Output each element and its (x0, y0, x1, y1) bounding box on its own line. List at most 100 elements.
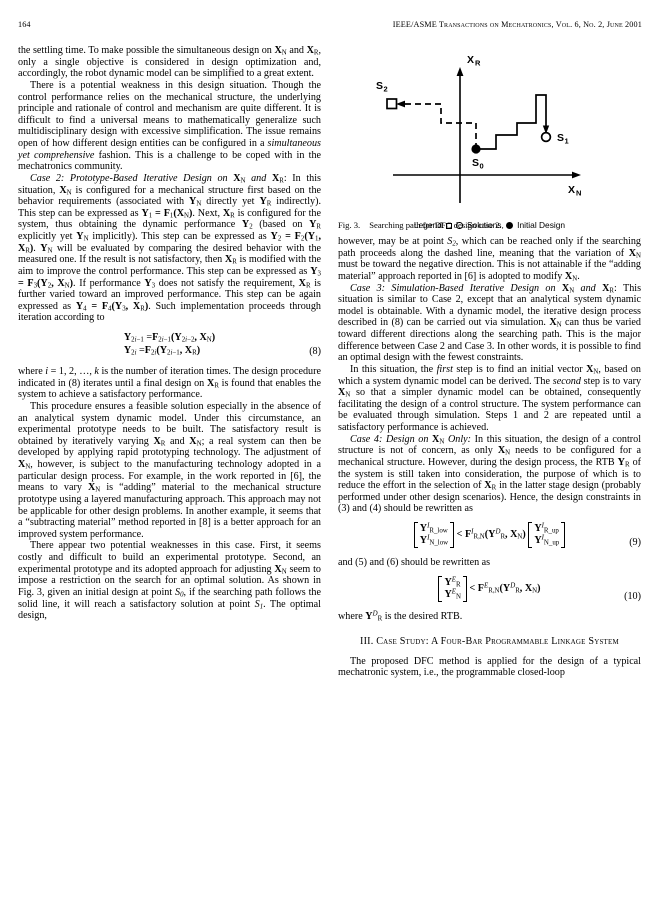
paragraph-however-s2: however, may be at point S2, which can b… (338, 236, 641, 283)
math-yr-desired: YDR (365, 610, 383, 623)
math-xr: XR (207, 377, 219, 390)
math-xr: XR (224, 254, 237, 266)
math-yn: YN (76, 231, 89, 243)
paragraph-settling-time: the settling time. To make possible the … (18, 45, 321, 80)
svg-text:2: 2 (384, 85, 388, 94)
paragraph-where-desired-rtb: where YDR is the desired RTB. (338, 610, 641, 623)
text-run: step is to find an initial vector (452, 363, 587, 375)
math-y3: Y3 (144, 277, 156, 290)
paragraph-procedure: This procedure ensures a feasible soluti… (18, 401, 321, 541)
legend-initial-label: Initial Design (517, 220, 566, 230)
figure-legend: Legend: Solutions, Initial Design (338, 220, 641, 230)
legend-prefix: Legend: (413, 220, 445, 230)
paragraph-case3: Case 3: Simulation-Based Iterative Desig… (338, 282, 642, 364)
text-run: where (338, 610, 366, 622)
math-yr: YR (617, 456, 630, 469)
paragraph-case4: Case 4: Design on XN Only: In this situa… (338, 434, 641, 515)
paragraph-dfc-applied: The proposed DFC method is applied for t… (338, 655, 641, 679)
text-run: explicitly yet (18, 231, 77, 242)
text-run: and (165, 435, 190, 447)
equation-9: YIR_low YIN_low < FIR,N(YDR, XN) YIR_up YI… (338, 522, 641, 548)
text-run: however, may be at point (338, 236, 448, 247)
text-run: . (577, 270, 580, 282)
svg-text:X: X (467, 54, 474, 66)
math-s1: S1 (254, 598, 264, 611)
equation-8-number: (8) (309, 346, 321, 357)
running-head: 164 IEEE/ASME Transactions on Mechatroni… (18, 20, 642, 34)
svg-text:0: 0 (480, 162, 484, 171)
equation-8-lines: Y2i−1 =F2i−1(Y2i−2, XN) Y2i =F2i(Y2i−1, … (124, 331, 215, 357)
math-xn: XN (189, 435, 202, 448)
equation-9-number: (9) (629, 537, 641, 548)
equation-9-lines: YIR_low YIN_low < FIR,N(YDR, XN) YIR_up YI… (413, 522, 566, 548)
text-run: . If performance (73, 277, 145, 289)
case4-heading-suffix: Only: (447, 433, 472, 445)
text-run: implicitly). This step can be expressed … (88, 231, 271, 242)
paragraph-case2: Case 2: Prototype-Based Iterative Design… (18, 172, 322, 324)
left-column: the settling time. To make possible the … (18, 45, 321, 679)
text-run: and (286, 45, 307, 56)
equation-10-lines: YER YEN < FER,N(YDR, XN) (438, 575, 541, 602)
paragraph-potential-weakness: There is a potential weakness in this de… (18, 80, 321, 173)
text-run: directly yet (201, 196, 260, 208)
math-xn: XN (274, 563, 287, 576)
math-s2: S2 (447, 236, 456, 248)
svg-text:1: 1 (565, 137, 569, 146)
section-heading-case-study: III. Case Study: A Four-Bar Programmable… (360, 636, 619, 648)
math-yn: YN (189, 196, 202, 208)
text-run: does not satisfy the requirement, (155, 277, 299, 289)
math-xr: XR (153, 435, 166, 448)
paragraph-between-equations: and (5) and (6) should be rewritten as (338, 557, 491, 568)
math-xn: XN (628, 247, 641, 260)
math-xr: XR (306, 45, 319, 57)
math-eq-y4: Y4 = F4(Y3, XR) (75, 300, 149, 313)
paragraph-after-eq8: where i = 1, 2, …, k is the number of it… (18, 366, 321, 401)
text-run: In this situation, the (350, 363, 437, 375)
text-run: must be toward the negative direction. T… (338, 259, 641, 282)
emphasis-second: second (552, 375, 581, 387)
case4-heading: Case 4: Design on (350, 433, 429, 445)
math-xr: XR (298, 277, 311, 290)
math-eq-y1: Y1 = F1(XN) (141, 207, 193, 220)
math-xn: XN (18, 459, 31, 471)
math-xn: XN (432, 433, 445, 446)
text-run: (based on (252, 219, 310, 231)
equation-9-operator: < FIR,N(YDR, XN) (456, 528, 529, 541)
paragraph-steps: In this situation, the first step is to … (338, 364, 641, 434)
svg-text:S: S (376, 80, 383, 92)
math-xn: XN (274, 45, 287, 57)
open-circle-icon (456, 222, 463, 229)
equation-8-line-2: Y2i =F2i(Y2i−1, XR) (123, 345, 201, 357)
text-run: = 1, 2, (48, 366, 80, 377)
equation-9-lhs-matrix: YIR_low YIN_low (413, 522, 455, 548)
math-xn: XN (564, 270, 578, 283)
math-xn: XN (87, 482, 101, 494)
text-run: the settling time. To make possible the … (18, 45, 275, 56)
math-y2: Y2 (241, 219, 253, 231)
body-columns: the settling time. To make possible the … (18, 45, 642, 679)
journal-title: IEEE/ASME Transactions on Mechatronics, … (392, 20, 642, 29)
svg-text:S: S (472, 157, 479, 169)
math-yr: YR (309, 219, 321, 231)
svg-text:N: N (576, 189, 581, 198)
open-square-icon (446, 222, 453, 229)
svg-text:S: S (557, 132, 564, 144)
case3-heading: Case 3: Simulation-Based Iterative Desig… (350, 282, 556, 294)
right-column: X R X N S 2 S 1 S 0 Legend: Solutions, I… (338, 45, 641, 679)
paper-page: 164 IEEE/ASME Transactions on Mechatroni… (0, 0, 658, 898)
figure-3-graphic: X R X N S 2 S 1 S 0 Legend: Solutions, I… (338, 45, 641, 230)
math-yr: YR (259, 196, 272, 208)
math-xn: XN (561, 282, 575, 295)
math-xr: XR (271, 172, 284, 185)
figure-3: X R X N S 2 S 1 S 0 Legend: Solutions, I… (338, 45, 641, 230)
math-xn: XN (497, 445, 511, 457)
math-s0: S0 (175, 586, 184, 599)
equation-8: Y2i−1 =F2i−1(Y2i−2, XN) Y2i =F2i(Y2i−1, … (18, 331, 321, 357)
math-xr: XR (602, 282, 615, 295)
text-run: where (18, 366, 46, 377)
math-xr: XR (484, 480, 497, 492)
math-yn: YN (40, 242, 53, 255)
equation-10-number: (10) (624, 590, 641, 602)
text-run: so that a simpler dynamic model can be o… (338, 387, 641, 433)
searching-path-diagram: X R X N S 2 S 1 S 0 (376, 54, 581, 203)
